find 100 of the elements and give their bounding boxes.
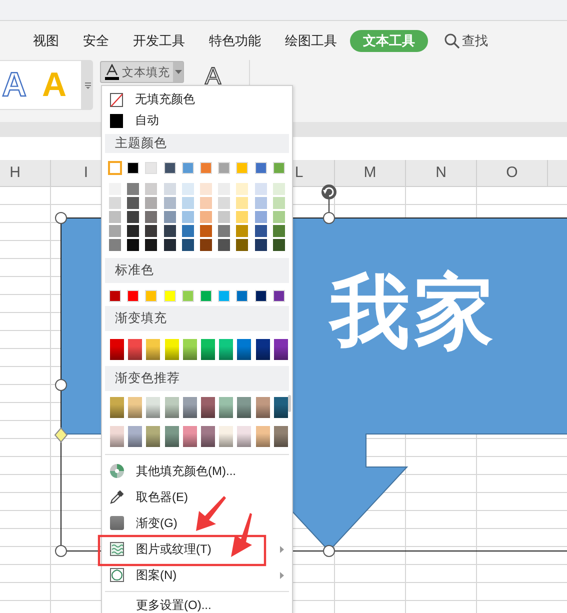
search-icon[interactable] [444, 32, 460, 48]
color-swatch[interactable] [272, 225, 285, 237]
color-swatch[interactable] [254, 183, 266, 195]
color-swatch[interactable] [200, 162, 212, 174]
color-swatch[interactable] [272, 162, 285, 174]
color-swatch[interactable] [109, 239, 121, 251]
color-swatch[interactable] [237, 339, 252, 360]
ribbon-tab[interactable]: 绘图工具 [273, 30, 349, 52]
color-swatch[interactable] [182, 339, 197, 360]
menu-item[interactable]: 其他填充颜色(M)... [102, 458, 292, 484]
menu-item[interactable]: 更多设置(O)... [102, 595, 292, 613]
color-swatch[interactable] [218, 225, 230, 237]
color-swatch[interactable] [128, 397, 142, 418]
color-swatch[interactable] [145, 225, 158, 237]
color-swatch[interactable] [254, 162, 266, 174]
color-swatch[interactable] [164, 162, 176, 174]
color-swatch[interactable] [182, 183, 194, 195]
color-swatch[interactable] [182, 239, 194, 251]
color-swatch[interactable] [200, 197, 212, 209]
ribbon-tab[interactable]: 开发工具 [121, 30, 197, 52]
color-swatch[interactable] [218, 239, 230, 251]
color-swatch[interactable] [254, 197, 266, 209]
rotate-handle-icon[interactable] [322, 184, 336, 200]
color-swatch[interactable] [272, 239, 285, 251]
color-swatch[interactable] [219, 397, 234, 418]
color-swatch[interactable] [236, 225, 248, 237]
color-swatch[interactable] [109, 211, 121, 223]
menu-item[interactable]: 图案(N) [102, 562, 292, 588]
color-swatch[interactable] [109, 290, 121, 302]
more-icon[interactable] [84, 81, 92, 89]
color-swatch[interactable] [127, 162, 140, 174]
color-swatch[interactable] [219, 339, 234, 360]
adjust-handle[interactable] [54, 427, 68, 443]
color-swatch[interactable] [109, 225, 121, 237]
color-swatch[interactable] [145, 162, 158, 174]
color-swatch[interactable] [182, 290, 194, 302]
color-swatch[interactable] [164, 197, 176, 209]
color-swatch[interactable] [182, 397, 197, 418]
color-swatch[interactable] [108, 161, 122, 175]
color-swatch[interactable] [200, 397, 215, 418]
color-swatch[interactable] [254, 290, 266, 302]
column-header[interactable]: H [0, 160, 51, 186]
color-swatch[interactable] [146, 339, 160, 360]
color-swatch[interactable] [200, 225, 212, 237]
color-swatch[interactable] [236, 290, 248, 302]
menu-item[interactable]: 无填充颜色 [102, 89, 292, 110]
color-swatch[interactable] [272, 211, 285, 223]
color-swatch[interactable] [127, 197, 140, 209]
color-swatch[interactable] [127, 211, 140, 223]
color-swatch[interactable] [164, 211, 176, 223]
color-swatch[interactable] [254, 225, 266, 237]
color-swatch[interactable] [182, 162, 194, 174]
color-swatch[interactable] [127, 183, 140, 195]
color-swatch[interactable] [200, 290, 212, 302]
color-swatch[interactable] [110, 426, 124, 447]
text-fill-button[interactable]: 文本填充 [100, 61, 184, 83]
column-header[interactable]: N [406, 160, 477, 186]
menu-item[interactable]: 取色器(E) [102, 484, 292, 510]
color-swatch[interactable] [164, 397, 179, 418]
color-swatch[interactable] [164, 339, 179, 360]
color-swatch[interactable] [256, 426, 270, 447]
color-swatch[interactable] [145, 183, 158, 195]
color-swatch[interactable] [274, 339, 288, 360]
color-swatch[interactable] [110, 397, 124, 418]
color-swatch[interactable] [164, 239, 176, 251]
color-swatch[interactable] [236, 211, 248, 223]
color-swatch[interactable] [219, 426, 234, 447]
color-swatch[interactable] [218, 197, 230, 209]
color-swatch[interactable] [274, 426, 288, 447]
color-swatch[interactable] [272, 183, 285, 195]
color-swatch[interactable] [236, 183, 248, 195]
color-swatch[interactable] [109, 197, 121, 209]
color-swatch[interactable] [256, 397, 270, 418]
color-swatch[interactable] [164, 290, 176, 302]
color-swatch[interactable] [127, 225, 140, 237]
color-swatch[interactable] [164, 225, 176, 237]
color-swatch[interactable] [236, 162, 248, 174]
color-swatch[interactable] [237, 426, 252, 447]
color-swatch[interactable] [182, 197, 194, 209]
menu-item[interactable]: 自动 [102, 110, 292, 131]
color-swatch[interactable] [164, 183, 176, 195]
color-swatch[interactable] [218, 162, 230, 174]
color-swatch[interactable] [145, 239, 158, 251]
column-header[interactable]: O [477, 160, 548, 186]
color-swatch[interactable] [200, 211, 212, 223]
search-label[interactable]: 查找 [462, 32, 488, 50]
color-swatch[interactable] [145, 211, 158, 223]
color-swatch[interactable] [164, 426, 179, 447]
ribbon-tab[interactable]: 特色功能 [197, 30, 273, 52]
menu-item[interactable]: 渐变(G) [102, 510, 292, 536]
color-swatch[interactable] [256, 339, 270, 360]
color-swatch[interactable] [254, 239, 266, 251]
color-swatch[interactable] [145, 197, 158, 209]
gallery-scrollbar[interactable] [82, 60, 93, 110]
color-swatch[interactable] [218, 211, 230, 223]
color-swatch[interactable] [128, 339, 142, 360]
color-swatch[interactable] [218, 290, 230, 302]
color-swatch[interactable] [146, 426, 160, 447]
color-swatch[interactable] [274, 397, 288, 418]
color-swatch[interactable] [200, 426, 215, 447]
